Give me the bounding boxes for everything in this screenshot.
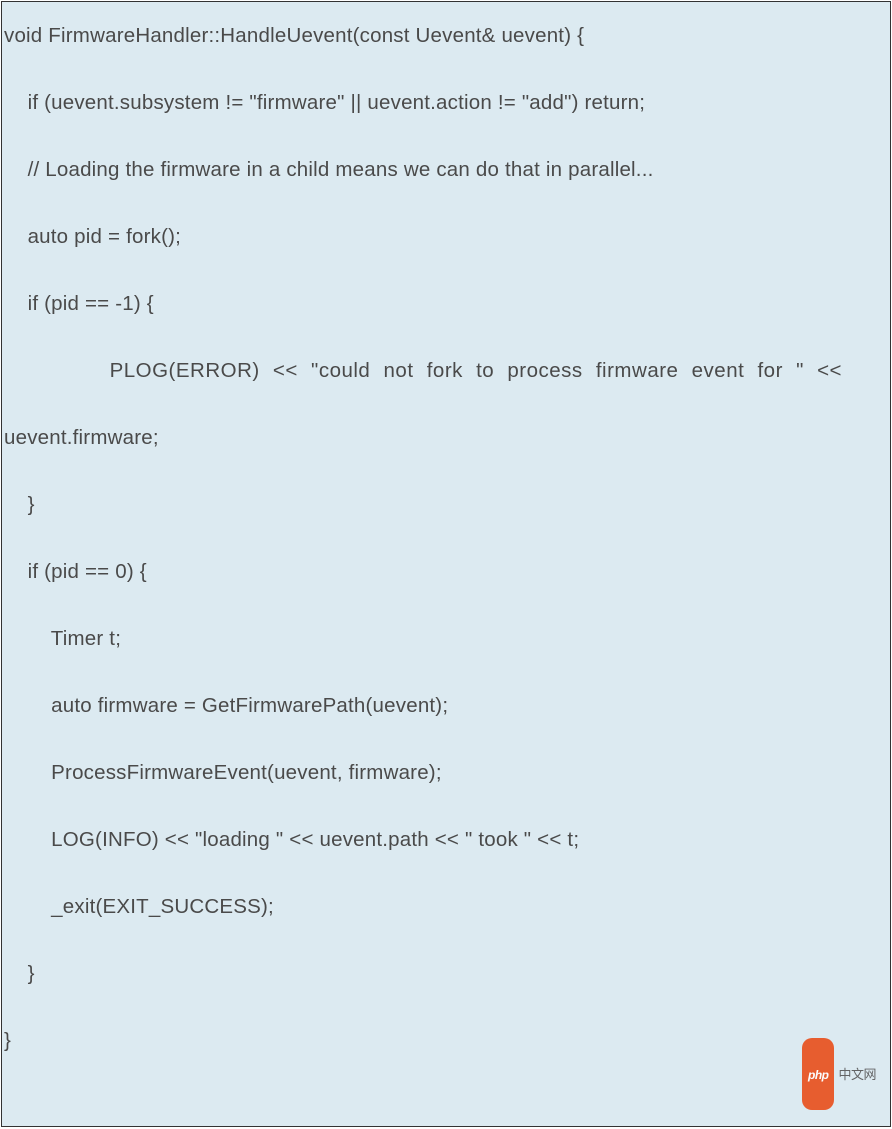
code-line: auto pid = fork(); xyxy=(4,203,890,270)
code-line: Timer t; xyxy=(4,605,890,672)
code-line: } xyxy=(4,1007,890,1074)
watermark-pill-text: php xyxy=(808,1068,829,1082)
watermark: php 中文网 xyxy=(802,1038,876,1110)
code-line: } xyxy=(4,471,890,538)
code-line: if (uevent.subsystem != "firmware" || ue… xyxy=(4,69,890,136)
code-container: void FirmwareHandler::HandleUevent(const… xyxy=(1,1,891,1127)
code-line: uevent.firmware; xyxy=(4,404,890,471)
code-line: LOG(INFO) << "loading " << uevent.path <… xyxy=(4,806,890,873)
watermark-text: 中文网 xyxy=(838,1041,876,1108)
code-line: void FirmwareHandler::HandleUevent(const… xyxy=(4,2,890,69)
code-line: // Loading the firmware in a child means… xyxy=(4,136,890,203)
code-line: PLOG(ERROR) << "could not fork to proces… xyxy=(4,337,890,404)
code-line: ProcessFirmwareEvent(uevent, firmware); xyxy=(4,739,890,806)
code-line: auto firmware = GetFirmwarePath(uevent); xyxy=(4,672,890,739)
watermark-pill: php xyxy=(802,1038,835,1110)
code-line: _exit(EXIT_SUCCESS); xyxy=(4,873,890,940)
code-line: } xyxy=(4,940,890,1007)
code-line: if (pid == -1) { xyxy=(4,270,890,337)
code-line: if (pid == 0) { xyxy=(4,538,890,605)
